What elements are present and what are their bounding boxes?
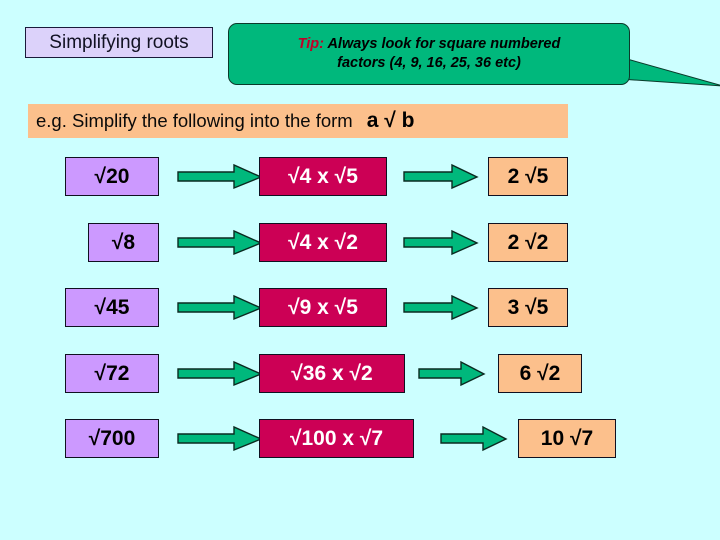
row-result-box: 3 √5 bbox=[488, 288, 568, 327]
slide-canvas: Simplifying roots Tip: Always look for s… bbox=[0, 0, 720, 540]
row-start-box: √45 bbox=[65, 288, 159, 327]
instruction-form-expression: a √ b bbox=[366, 109, 415, 132]
row-middle-box: √36 x √2 bbox=[259, 354, 405, 393]
row-start-box: √20 bbox=[65, 157, 159, 196]
row-result-box: 2 √5 bbox=[488, 157, 568, 196]
row-start-box: √8 bbox=[88, 223, 159, 262]
table-row: √8 √4 x √2 2 √2 bbox=[0, 223, 720, 267]
arrow-right-icon bbox=[403, 163, 479, 190]
callout-tail-icon bbox=[619, 56, 720, 87]
instruction-bar: e.g. Simplify the following into the for… bbox=[28, 104, 568, 138]
tip-callout: Tip: Always look for square numbered fac… bbox=[228, 23, 720, 87]
arrow-right-icon bbox=[177, 360, 263, 387]
arrow-right-icon bbox=[418, 360, 486, 387]
table-row: √72 √36 x √2 6 √2 bbox=[0, 354, 720, 398]
arrow-right-icon bbox=[440, 425, 508, 452]
table-row: √700 √100 x √7 10 √7 bbox=[0, 419, 720, 463]
row-result-box: 10 √7 bbox=[518, 419, 616, 458]
tip-callout-line-1: Tip: Always look for square numbered bbox=[298, 35, 561, 54]
row-middle-box: √4 x √5 bbox=[259, 157, 387, 196]
arrow-right-icon bbox=[177, 294, 263, 321]
row-middle-box: √100 x √7 bbox=[259, 419, 414, 458]
slide-title-box: Simplifying roots bbox=[25, 27, 213, 58]
page-title: Simplifying roots bbox=[49, 31, 189, 53]
arrow-right-icon bbox=[403, 294, 479, 321]
arrow-right-icon bbox=[177, 425, 263, 452]
tip-line1-text: Always look for square numbered bbox=[323, 36, 561, 52]
row-result-box: 6 √2 bbox=[498, 354, 582, 393]
row-middle-box: √9 x √5 bbox=[259, 288, 387, 327]
row-start-box: √700 bbox=[65, 419, 159, 458]
instruction-text: e.g. Simplify the following into the for… bbox=[36, 110, 353, 131]
table-row: √45 √9 x √5 3 √5 bbox=[0, 288, 720, 332]
table-row: √20 √4 x √5 2 √5 bbox=[0, 157, 720, 201]
arrow-right-icon bbox=[177, 229, 263, 256]
arrow-right-icon bbox=[403, 229, 479, 256]
row-start-box: √72 bbox=[65, 354, 159, 393]
tip-callout-line-2: factors (4, 9, 16, 25, 36 etc) bbox=[337, 55, 521, 71]
tip-label: Tip: bbox=[297, 36, 324, 52]
row-middle-box: √4 x √2 bbox=[259, 223, 387, 262]
tip-callout-body: Tip: Always look for square numbered fac… bbox=[228, 23, 630, 85]
row-result-box: 2 √2 bbox=[488, 223, 568, 262]
arrow-right-icon bbox=[177, 163, 263, 190]
